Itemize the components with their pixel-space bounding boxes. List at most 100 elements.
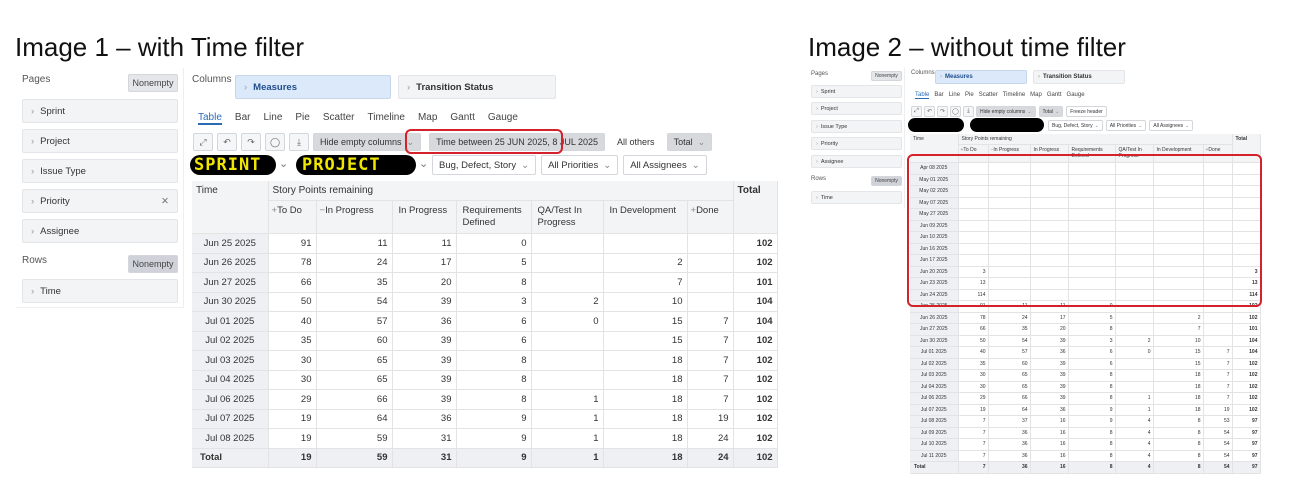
hide-empty-columns-dropdown[interactable]: Hide empty columns ⌄ <box>976 106 1036 117</box>
row-time-label[interactable]: Jul 02 2025 <box>910 358 959 370</box>
row-time-label[interactable]: Jun 25 2025 <box>192 233 269 254</box>
column-header-in-progress[interactable]: In Progress <box>392 200 457 234</box>
table-cell: 57 <box>988 346 1031 359</box>
row-time-label[interactable]: Jul 09 2025 <box>910 427 959 439</box>
download-icon[interactable]: ⤓ <box>963 106 974 117</box>
total-column-header[interactable]: Total <box>733 181 778 234</box>
tab-gauge[interactable]: Gauge <box>1067 92 1085 99</box>
row-time-label[interactable]: Jun 26 2025 <box>910 312 959 324</box>
tab-pie[interactable]: Pie <box>965 92 974 99</box>
assignees-filter[interactable]: All Assignees ⌄ <box>623 155 707 175</box>
row-time-label[interactable]: Jul 10 2025 <box>910 438 959 451</box>
columns-item-measures[interactable]: › Measures <box>935 70 1027 84</box>
tab-gantt[interactable]: Gantt <box>450 112 474 125</box>
pages-item-assignee[interactable]: › Assignee <box>811 155 902 168</box>
expand-icon[interactable]: ⤢ <box>911 106 922 117</box>
assignees-filter[interactable]: All Assignees ⌄ <box>1149 120 1194 131</box>
tab-line[interactable]: Line <box>263 112 282 125</box>
pages-item-project[interactable]: › Project <box>22 129 178 153</box>
row-time-label[interactable]: Jun 27 2025 <box>192 272 269 293</box>
row-time-label[interactable]: Jun 30 2025 <box>910 335 959 347</box>
tab-gauge[interactable]: Gauge <box>488 112 518 125</box>
issue-type-filter[interactable]: Bug, Defect, Story ⌄ <box>1048 120 1103 131</box>
row-time-label[interactable]: Jul 01 2025 <box>192 311 269 332</box>
story-points-header[interactable]: Story Points remaining <box>268 181 734 201</box>
total-dropdown[interactable]: Total ⌄ <box>666 133 713 151</box>
column-header-qa-test-in-progress[interactable]: QA/Test In Progress <box>531 200 604 234</box>
row-time-label[interactable]: Jun 30 2025 <box>192 292 269 312</box>
undo-icon[interactable]: ↶ <box>924 106 935 117</box>
chevron-down-icon[interactable]: ⌄ <box>279 157 288 170</box>
row-time-label[interactable]: Jul 04 2025 <box>910 381 959 393</box>
sprint-filter-redacted[interactable] <box>908 118 964 132</box>
columns-item-transition-status[interactable]: › Transition Status <box>398 75 556 99</box>
row-time-label[interactable]: Jul 03 2025 <box>192 350 269 371</box>
tab-map[interactable]: Map <box>418 112 437 125</box>
tab-bar[interactable]: Bar <box>934 92 943 99</box>
rows-nonempty-button[interactable]: Nonempty <box>128 255 178 273</box>
time-column-header[interactable]: Time <box>192 181 269 234</box>
comment-icon[interactable]: ◯ <box>950 106 961 117</box>
row-time-label[interactable]: Jul 07 2025 <box>910 404 959 416</box>
column-header-done[interactable]: +Done <box>687 200 734 234</box>
comment-icon[interactable]: ◯ <box>265 133 285 151</box>
pages-item-issue-type[interactable]: › Issue Type <box>22 159 178 183</box>
row-time-label[interactable]: Jun 26 2025 <box>192 253 269 273</box>
freeze-header-button[interactable]: Freeze header <box>1066 106 1107 117</box>
chevron-down-icon[interactable]: ⌄ <box>419 157 428 170</box>
tab-table[interactable]: Table <box>915 92 930 99</box>
pages-item-sprint[interactable]: › Sprint <box>22 99 178 123</box>
redo-icon[interactable]: ↷ <box>241 133 261 151</box>
download-icon[interactable]: ⤓ <box>289 133 309 151</box>
pages-nonempty-button[interactable]: Nonempty <box>871 71 902 81</box>
pages-item-assignee[interactable]: › Assignee <box>22 219 178 243</box>
tab-map[interactable]: Map <box>1030 92 1042 99</box>
row-time-label[interactable]: Jul 01 2025 <box>910 346 959 359</box>
issue-type-filter[interactable]: Bug, Defect, Story ⌄ <box>432 155 537 175</box>
row-time-label[interactable]: Jul 06 2025 <box>910 392 959 405</box>
column-header-in-development[interactable]: In Development <box>603 200 688 234</box>
row-time-label[interactable]: Jul 08 2025 <box>192 428 269 449</box>
row-time-label[interactable]: Jul 08 2025 <box>910 415 959 428</box>
tab-gantt[interactable]: Gantt <box>1047 92 1062 99</box>
rows-item-time[interactable]: › Time <box>811 191 902 204</box>
tab-scatter[interactable]: Scatter <box>979 92 998 99</box>
total-dropdown[interactable]: Total ⌄ <box>1038 106 1064 117</box>
pages-item-sprint[interactable]: › Sprint <box>811 85 902 98</box>
row-time-label[interactable]: Jul 06 2025 <box>192 389 269 410</box>
pages-item-priority[interactable]: › Priority <box>811 137 902 150</box>
column-header-in-progress-expanded[interactable]: −In Progress <box>316 200 393 234</box>
undo-icon[interactable]: ↶ <box>217 133 237 151</box>
row-time-label[interactable]: Jul 02 2025 <box>192 331 269 351</box>
close-icon[interactable]: ✕ <box>161 196 169 207</box>
priorities-filter[interactable]: All Priorities ⌄ <box>1105 120 1147 131</box>
column-header-to-do[interactable]: +To Do <box>268 200 317 234</box>
columns-item-transition-status[interactable]: › Transition Status <box>1033 70 1125 84</box>
column-header-requirements-defined[interactable]: Requirements Defined <box>456 200 532 234</box>
expand-icon[interactable]: ⤢ <box>193 133 213 151</box>
tab-scatter[interactable]: Scatter <box>323 112 355 125</box>
pages-item-project[interactable]: › Project <box>811 102 902 115</box>
redo-icon[interactable]: ↷ <box>937 106 948 117</box>
row-time-label[interactable]: Jul 07 2025 <box>192 409 269 429</box>
tab-timeline[interactable]: Timeline <box>368 112 405 125</box>
columns-item-measures[interactable]: › Measures <box>235 75 391 99</box>
tab-timeline[interactable]: Timeline <box>1003 92 1025 99</box>
pages-item-issue-type[interactable]: › Issue Type <box>811 120 902 133</box>
project-filter-redacted[interactable] <box>970 118 1044 132</box>
row-time-label[interactable]: Jul 04 2025 <box>192 370 269 390</box>
rows-nonempty-button[interactable]: Nonempty <box>871 176 902 186</box>
pages-item-priority[interactable]: › Priority ✕ <box>22 189 178 213</box>
all-others-button[interactable]: All others <box>610 133 662 151</box>
row-time-label[interactable]: Jul 11 2025 <box>910 450 959 462</box>
tab-pie[interactable]: Pie <box>295 112 309 125</box>
priorities-filter[interactable]: All Priorities ⌄ <box>541 155 619 175</box>
row-time-label[interactable]: Jul 03 2025 <box>910 369 959 382</box>
pages-nonempty-button[interactable]: Nonempty <box>128 74 178 92</box>
story-points-header[interactable]: Story Points remaining <box>958 134 1233 145</box>
tab-table[interactable]: Table <box>198 112 222 125</box>
tab-bar[interactable]: Bar <box>235 112 251 125</box>
rows-item-time[interactable]: › Time <box>22 279 178 303</box>
row-time-label[interactable]: Jun 27 2025 <box>910 323 959 336</box>
tab-line[interactable]: Line <box>949 92 960 99</box>
